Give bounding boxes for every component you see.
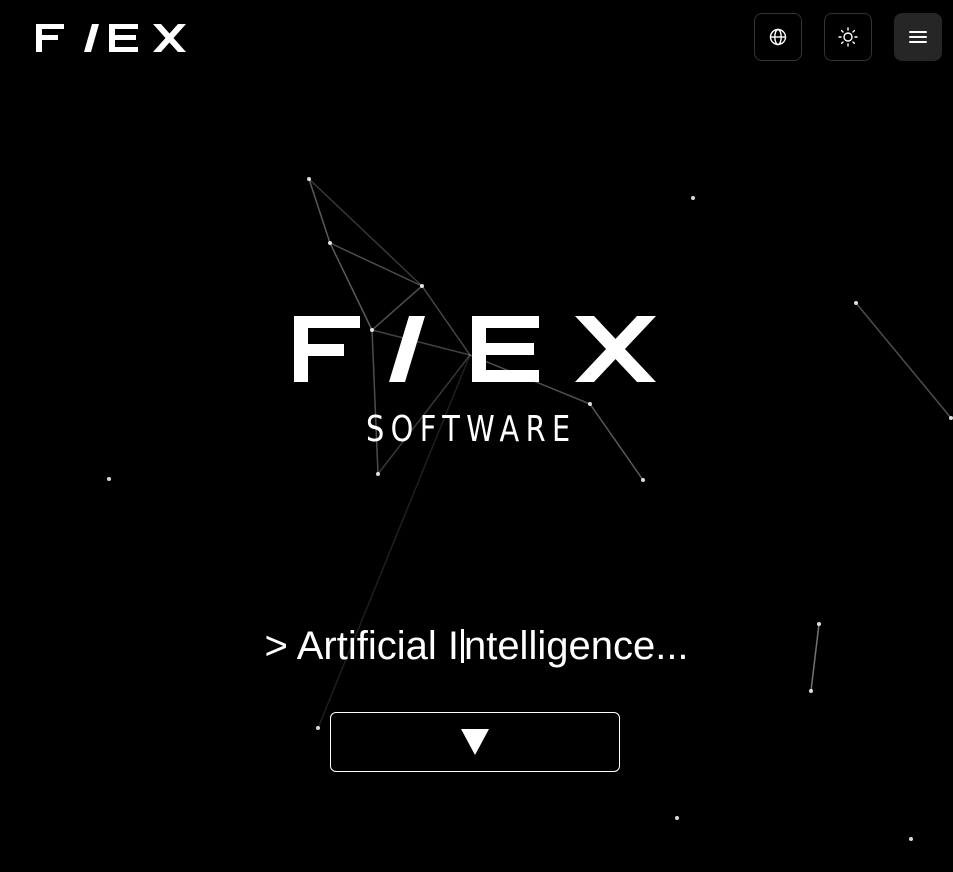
typed-text-after: ntelligence... [463,624,689,668]
constellation-star [588,402,592,406]
constellation-star [107,477,111,481]
constellation-star [909,837,913,841]
menu-button[interactable] [894,13,942,61]
scroll-down-button[interactable] [330,712,620,772]
constellation-star [854,301,858,305]
brand-tagline: SOFTWARE [366,409,577,450]
theme-toggle-button[interactable] [824,13,872,61]
constellation-star [809,689,813,693]
constellation-star [376,472,380,476]
constellation-line [855,302,952,419]
triangle-down-icon [461,729,489,755]
constellation-star [691,196,695,200]
constellation-star [307,177,311,181]
constellation-star [328,241,332,245]
prompt-symbol: > [264,624,288,668]
globe-icon [769,28,787,46]
hamburger-menu-icon [909,31,927,43]
hero-logo [294,316,656,382]
typed-headline: > Artificial Intelligence... [0,622,953,670]
constellation-line [329,242,423,287]
constellation-star [675,816,679,820]
constellation-star [949,416,953,420]
sun-icon [838,27,858,47]
typed-text-before: Artificial I [296,624,459,668]
constellation-star [420,284,424,288]
constellation-star [641,478,645,482]
brand-logo[interactable] [36,24,188,52]
constellation-line [589,403,644,481]
language-button[interactable] [754,13,802,61]
constellation-star [316,726,320,730]
